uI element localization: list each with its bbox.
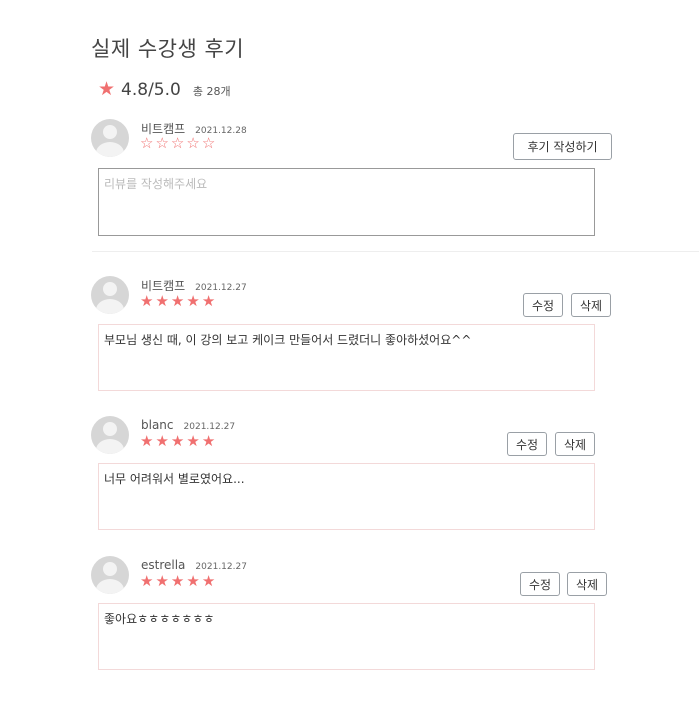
star-icon: ★ bbox=[201, 292, 216, 310]
star-icon: ★ bbox=[140, 572, 154, 590]
review-rating: ★ ★ ★ ★ ★ bbox=[140, 294, 215, 309]
review-content: 좋아요ㅎㅎㅎㅎㅎㅎㅎ bbox=[98, 603, 595, 670]
avatar bbox=[91, 416, 129, 454]
review-content: 너무 어려워서 별로였어요... bbox=[98, 463, 595, 530]
star-icon: ★ bbox=[186, 292, 200, 310]
empty-star-icon[interactable]: ☆ bbox=[155, 136, 168, 151]
delete-button[interactable]: 삭제 bbox=[567, 572, 607, 596]
rating-summary: ★ 4.8/5.0 총 28개 bbox=[98, 78, 231, 101]
review-count: 총 28개 bbox=[192, 85, 231, 98]
avatar bbox=[91, 556, 129, 594]
review-content: 부모님 생신 때, 이 강의 보고 케이크 만들어서 드렸더니 좋아하셨어요^^ bbox=[98, 324, 595, 391]
review-rating: ★ ★ ★ ★ ★ bbox=[140, 574, 215, 589]
review-input[interactable] bbox=[98, 168, 595, 236]
avatar bbox=[91, 119, 129, 157]
review-username: estrella bbox=[141, 558, 186, 572]
edit-button[interactable]: 수정 bbox=[523, 293, 563, 317]
empty-star-icon[interactable]: ☆ bbox=[140, 136, 153, 151]
star-icon: ★ bbox=[155, 292, 169, 310]
review-date: 2021.12.27 bbox=[183, 422, 236, 432]
star-icon: ★ bbox=[201, 432, 216, 450]
rating-input[interactable]: ☆ ☆ ☆ ☆ ☆ bbox=[140, 136, 215, 151]
page-title: 실제 수강생 후기 bbox=[91, 37, 245, 61]
star-icon: ★ bbox=[140, 292, 154, 310]
star-icon: ★ bbox=[170, 292, 185, 310]
empty-star-icon[interactable]: ☆ bbox=[171, 136, 184, 151]
star-icon: ★ bbox=[186, 572, 200, 590]
average-score: 4.8/5.0 bbox=[121, 80, 181, 100]
avatar bbox=[91, 276, 129, 314]
star-icon: ★ bbox=[170, 432, 185, 450]
edit-button[interactable]: 수정 bbox=[520, 572, 560, 596]
divider bbox=[92, 251, 699, 252]
star-icon: ★ bbox=[201, 572, 216, 590]
delete-button[interactable]: 삭제 bbox=[555, 432, 595, 456]
star-icon: ★ bbox=[98, 78, 116, 100]
empty-star-icon[interactable]: ☆ bbox=[202, 136, 215, 151]
star-icon: ★ bbox=[186, 432, 200, 450]
review-username: blanc bbox=[141, 418, 174, 432]
star-icon: ★ bbox=[170, 572, 185, 590]
review-rating: ★ ★ ★ ★ ★ bbox=[140, 434, 215, 449]
edit-button[interactable]: 수정 bbox=[507, 432, 547, 456]
empty-star-icon[interactable]: ☆ bbox=[186, 136, 199, 151]
star-icon: ★ bbox=[140, 432, 154, 450]
write-review-button[interactable]: 후기 작성하기 bbox=[513, 133, 612, 160]
review-date: 2021.12.27 bbox=[195, 562, 247, 572]
delete-button[interactable]: 삭제 bbox=[571, 293, 611, 317]
star-icon: ★ bbox=[155, 572, 169, 590]
star-icon: ★ bbox=[155, 432, 169, 450]
